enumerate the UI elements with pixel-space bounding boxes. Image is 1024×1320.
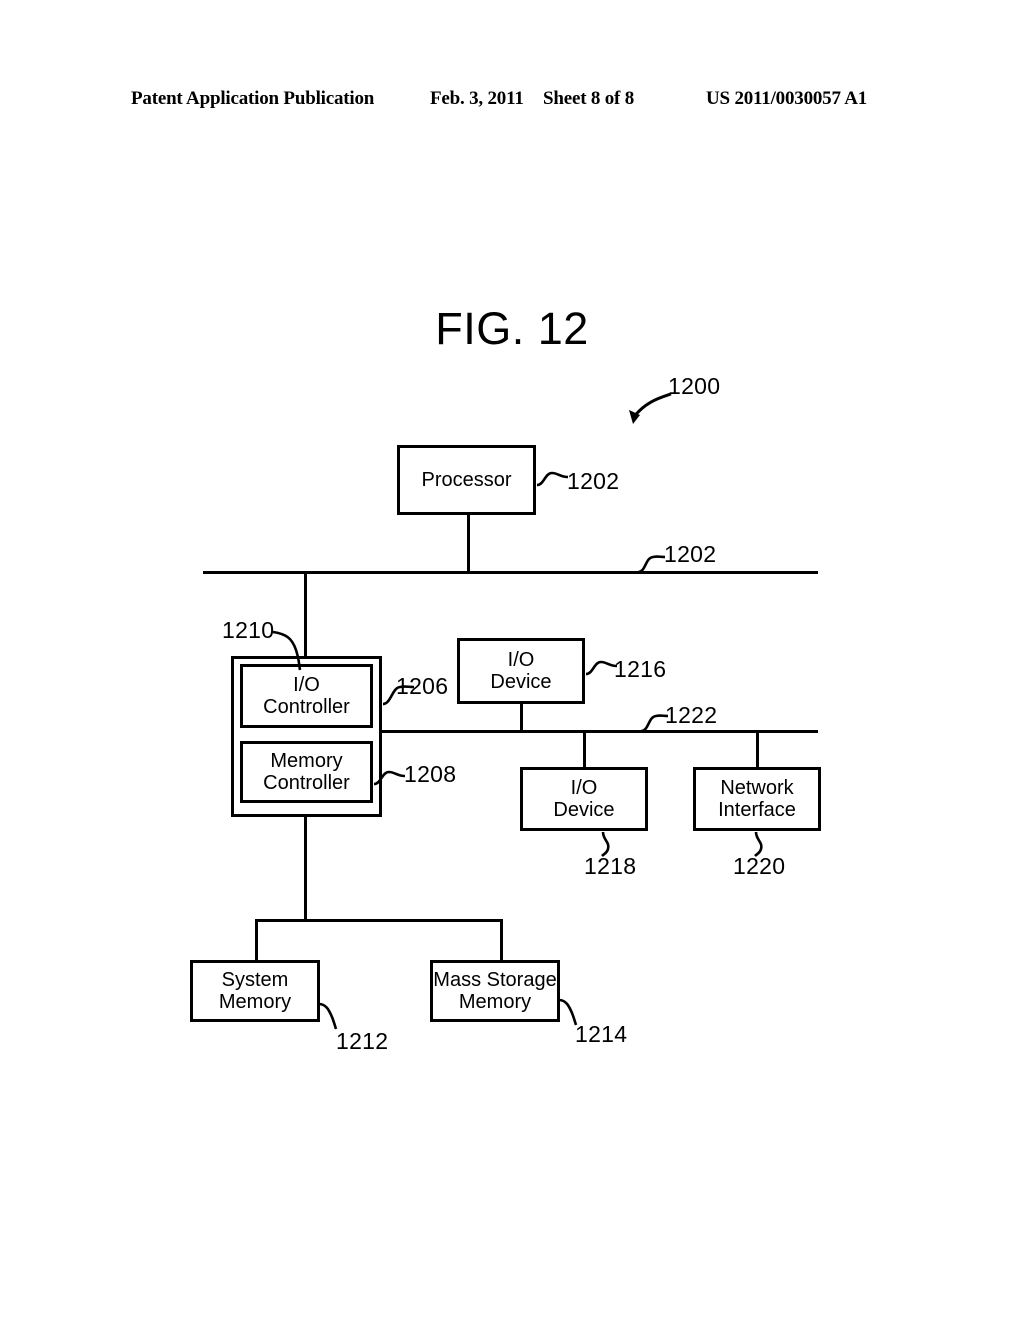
connector-processor-to-main-bus xyxy=(467,515,470,573)
leader-line-1210 xyxy=(272,630,302,671)
node-io-device-lower: I/O Device xyxy=(520,767,648,831)
system-callout-arrow xyxy=(629,392,672,424)
ref-label-1210: 1210 xyxy=(222,617,275,643)
ref-label-1216: 1216 xyxy=(614,656,667,682)
node-system-memory: System Memory xyxy=(190,960,320,1022)
main-bus-line xyxy=(203,571,818,574)
connector-io-device-upper-to-secondary-bus xyxy=(520,704,523,732)
ref-label-1214: 1214 xyxy=(575,1021,628,1047)
leader-line-1212 xyxy=(318,1002,338,1030)
connector-secondary-bus-to-network-interface xyxy=(756,730,759,767)
ref-label-1222: 1222 xyxy=(665,702,718,728)
node-network-interface: Network Interface xyxy=(693,767,821,831)
ref-label-1218: 1218 xyxy=(584,853,637,879)
node-memory-controller: Memory Controller xyxy=(240,741,373,803)
ref-label-1208: 1208 xyxy=(404,761,457,787)
connector-secondary-bus-to-io-device-lower xyxy=(583,730,586,767)
leader-line-1208 xyxy=(373,770,406,786)
ref-label-1206: 1206 xyxy=(396,673,449,699)
node-mass-storage-memory: Mass Storage Memory xyxy=(430,960,560,1022)
connector-controller-block-to-memory-bus xyxy=(304,817,307,922)
leader-line-1202-bus xyxy=(637,555,666,574)
secondary-bus-line xyxy=(382,730,818,733)
ref-label-1212: 1212 xyxy=(336,1028,389,1054)
ref-label-1220: 1220 xyxy=(733,853,786,879)
connector-memory-bus-to-mass-storage-memory xyxy=(500,919,503,960)
header-document-number: US 2011/0030057 A1 xyxy=(706,88,868,109)
node-io-controller: I/O Controller xyxy=(240,664,373,728)
ref-label-1200: 1200 xyxy=(668,373,721,399)
patent-figure-page: Patent Application Publication Feb. 3, 2… xyxy=(0,0,1024,1320)
connector-memory-bus-to-system-memory xyxy=(255,919,258,960)
node-io-device-upper: I/O Device xyxy=(457,638,585,704)
leader-line-1202-processor xyxy=(536,471,569,487)
figure-title: FIG. 12 xyxy=(435,303,589,354)
memory-distribution-bar xyxy=(255,919,503,922)
header-sheet-text: Sheet 8 of 8 xyxy=(543,88,635,109)
patent-header: Patent Application Publication Feb. 3, 2… xyxy=(0,88,1024,116)
ref-label-1202-processor: 1202 xyxy=(567,468,620,494)
ref-label-1202-bus: 1202 xyxy=(664,541,717,567)
header-publication-text: Patent Application Publication xyxy=(131,88,375,109)
header-date-text: Feb. 3, 2011 xyxy=(430,88,524,109)
node-processor: Processor xyxy=(397,445,536,515)
